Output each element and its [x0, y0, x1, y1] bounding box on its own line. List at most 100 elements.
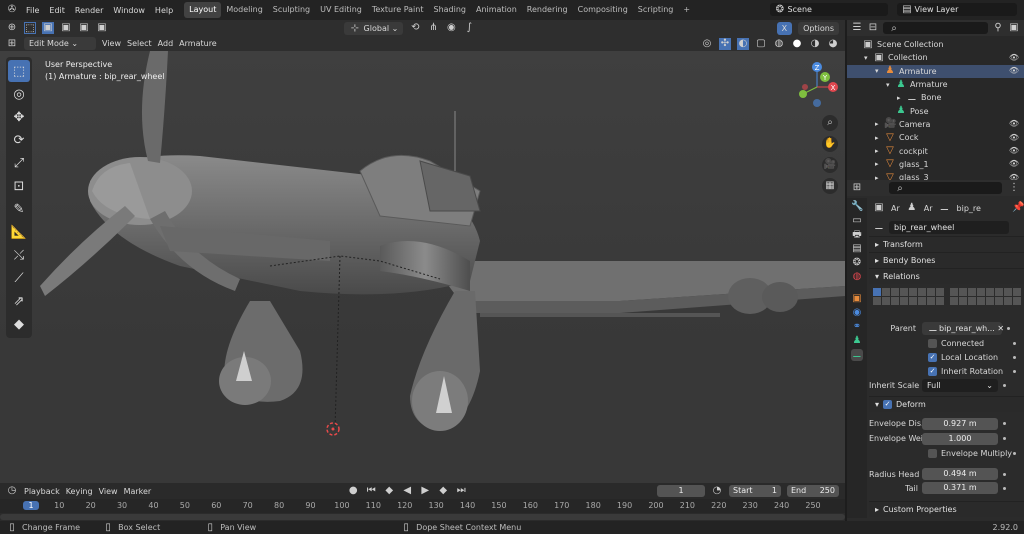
tab-animation[interactable]: Animation — [471, 2, 522, 18]
shading-rendered-icon[interactable]: ◕ — [827, 38, 839, 50]
transform-tool-icon[interactable]: ⊡ — [8, 175, 30, 197]
scene-selector[interactable]: ❂ Scene — [770, 3, 888, 16]
parent-field[interactable]: ⚊ bip_rear_wh... ✕ — [922, 322, 1004, 335]
gizmo-toggle-icon[interactable]: ✣ — [719, 37, 731, 50]
bone-layer-toggle[interactable] — [927, 297, 935, 305]
current-frame-field[interactable]: 1 — [657, 485, 705, 497]
bone-layer-toggle[interactable] — [927, 288, 935, 296]
animate-dot[interactable] — [1013, 341, 1016, 345]
bone-layer-toggle[interactable] — [882, 288, 890, 296]
envelope-distance-field[interactable]: 0.927 m — [922, 417, 998, 430]
tab-modeling[interactable]: Modeling — [221, 2, 267, 18]
outliner-row[interactable]: ▸ 🎥 Camera 👁 — [847, 118, 1024, 131]
measure-tool-icon[interactable]: 📐 — [8, 221, 30, 243]
transform-panel-header[interactable]: ▸ Transform — [869, 236, 1024, 252]
radius-tail-field[interactable]: 0.371 m — [922, 482, 998, 494]
bone-layer-toggle[interactable] — [959, 297, 967, 305]
armature-data-tab-icon[interactable]: ♟ — [851, 335, 863, 347]
bone-name-field[interactable]: bip_rear_wheel — [889, 220, 1009, 234]
breadcrumb-armature[interactable]: Ar — [924, 204, 933, 213]
bone-layer-toggle[interactable] — [909, 288, 917, 296]
zoom-icon[interactable]: ⌕ — [822, 115, 838, 131]
breadcrumb-bone[interactable]: bip_re — [957, 204, 981, 213]
visibility-eye-icon[interactable]: 👁 — [1008, 52, 1020, 64]
properties-editor-icon[interactable]: ⊞ — [851, 182, 863, 194]
animate-dot[interactable] — [1007, 327, 1010, 330]
shading-wireframe-icon[interactable]: ◍ — [773, 38, 785, 50]
filter-icon[interactable]: ⚲ — [992, 22, 1004, 34]
expand-toggle-icon[interactable]: ▸ — [875, 160, 884, 168]
animate-dot[interactable] — [1013, 451, 1016, 455]
outliner-row[interactable]: ▸ ▽ glass_1 👁 — [847, 158, 1024, 171]
expand-toggle-icon[interactable]: ▸ — [897, 94, 906, 102]
outliner-row[interactable]: ▾ ♟ Armature 👁 — [847, 64, 1024, 78]
options-dropdown[interactable]: Options — [798, 21, 839, 35]
expand-toggle-icon[interactable]: ▸ — [875, 147, 884, 155]
bone-tab-icon[interactable]: ⚊ — [851, 349, 863, 361]
menu-select[interactable]: Select — [127, 39, 152, 48]
rotate-tool-icon[interactable]: ⟳ — [8, 129, 30, 151]
bone-envelope-tool-icon[interactable]: ◆ — [8, 313, 30, 335]
select-mode-extend-icon[interactable]: ▣ — [60, 22, 72, 34]
select-box-tool-icon[interactable]: ⬚ — [8, 60, 30, 82]
snap-icon[interactable]: ⋔ — [427, 22, 439, 34]
bone-layer-toggle[interactable] — [936, 297, 944, 305]
connected-checkbox[interactable] — [928, 338, 937, 348]
visibility-eye-icon[interactable]: 👁 — [1008, 158, 1020, 170]
bone-layer-toggle[interactable] — [959, 288, 967, 296]
expand-toggle-icon[interactable]: ▸ — [875, 134, 884, 142]
view-layer-tab-icon[interactable]: ▤ — [851, 243, 863, 255]
world-tab-icon[interactable]: ◍ — [851, 271, 863, 283]
shading-solid-icon[interactable]: ● — [791, 38, 803, 50]
menu-edit[interactable]: Edit — [44, 6, 70, 15]
bone-layer-toggle[interactable] — [891, 288, 899, 296]
relations-panel-header[interactable]: ▾ Relations — [869, 268, 1024, 284]
tab-scripting[interactable]: Scripting — [633, 2, 679, 18]
transform-orientation-dropdown[interactable]: ⊹ Global ⌄ — [344, 21, 404, 35]
timeline-area[interactable]: 1 10 20 30 40 50 60 70 80 90 100 110 120 130 140 150 160… — [0, 499, 845, 521]
bone-layer-toggle[interactable] — [873, 288, 881, 296]
animate-dot[interactable] — [1013, 369, 1016, 373]
bone-layer-toggle[interactable] — [995, 297, 1003, 305]
menu-add[interactable]: Add — [158, 39, 174, 48]
output-tab-icon[interactable]: 🖶 — [851, 229, 863, 241]
outliner-search-input[interactable]: ⌕ — [883, 22, 988, 34]
3d-viewport[interactable]: ⬚ ◎ ✥ ⟳ ⤢ ⊡ ✎ 📐 ⤯ ⟋ ⇗ ◆ User Perspective… — [0, 51, 845, 483]
aircraft-model[interactable] — [0, 51, 845, 483]
bone-layer-toggle[interactable] — [900, 297, 908, 305]
outliner-row[interactable]: ▸ ▽ cockpit 👁 — [847, 144, 1024, 157]
camera-view-icon[interactable]: 🎥 — [822, 157, 838, 173]
view-layer-selector[interactable]: ▤ View Layer — [897, 3, 1017, 16]
bone-layer-toggle[interactable] — [918, 288, 926, 296]
breadcrumb-object[interactable]: Ar — [891, 204, 900, 213]
animate-dot[interactable] — [1013, 355, 1016, 359]
tool-tab-icon[interactable]: 🔧 — [851, 201, 863, 213]
animate-dot[interactable] — [1003, 384, 1006, 387]
tab-uv-editing[interactable]: UV Editing — [315, 2, 367, 18]
constraint-tab-icon[interactable]: ⚭ — [851, 321, 863, 333]
outliner-row[interactable]: ▾ ▣ Collection 👁 — [847, 51, 1024, 64]
bone-layer-toggle[interactable] — [950, 288, 958, 296]
properties-options-icon[interactable]: ⋮ — [1008, 182, 1020, 194]
bone-layer-toggle[interactable] — [986, 288, 994, 296]
bone-layer-toggle[interactable] — [882, 297, 890, 305]
clear-parent-icon[interactable]: ✕ — [997, 324, 1004, 333]
shading-material-icon[interactable]: ◑ — [809, 38, 821, 50]
menu-render[interactable]: Render — [70, 6, 108, 15]
jump-end-icon[interactable]: ⏭ — [455, 485, 467, 497]
pin-icon[interactable]: 📌 — [1012, 202, 1024, 214]
move-tool-icon[interactable]: ✥ — [8, 106, 30, 128]
proportional-edit-icon[interactable]: ◉ — [445, 22, 457, 34]
menu-window[interactable]: Window — [108, 6, 150, 15]
new-collection-icon[interactable]: ▣ — [1008, 22, 1020, 34]
blender-logo-icon[interactable]: ✇ — [5, 4, 19, 16]
playhead[interactable]: 1 — [23, 501, 39, 510]
pan-hand-icon[interactable]: ✋ — [822, 136, 838, 152]
bone-layer-toggle[interactable] — [936, 288, 944, 296]
bone-layer-toggle[interactable] — [977, 297, 985, 305]
bone-layer-toggle[interactable] — [1004, 288, 1012, 296]
tab-texture-paint[interactable]: Texture Paint — [367, 2, 429, 18]
bone-layer-toggle[interactable] — [1013, 288, 1021, 296]
bone-size-tool-icon[interactable]: ⟋ — [8, 267, 30, 289]
menu-timeline-view[interactable]: View — [99, 487, 118, 496]
